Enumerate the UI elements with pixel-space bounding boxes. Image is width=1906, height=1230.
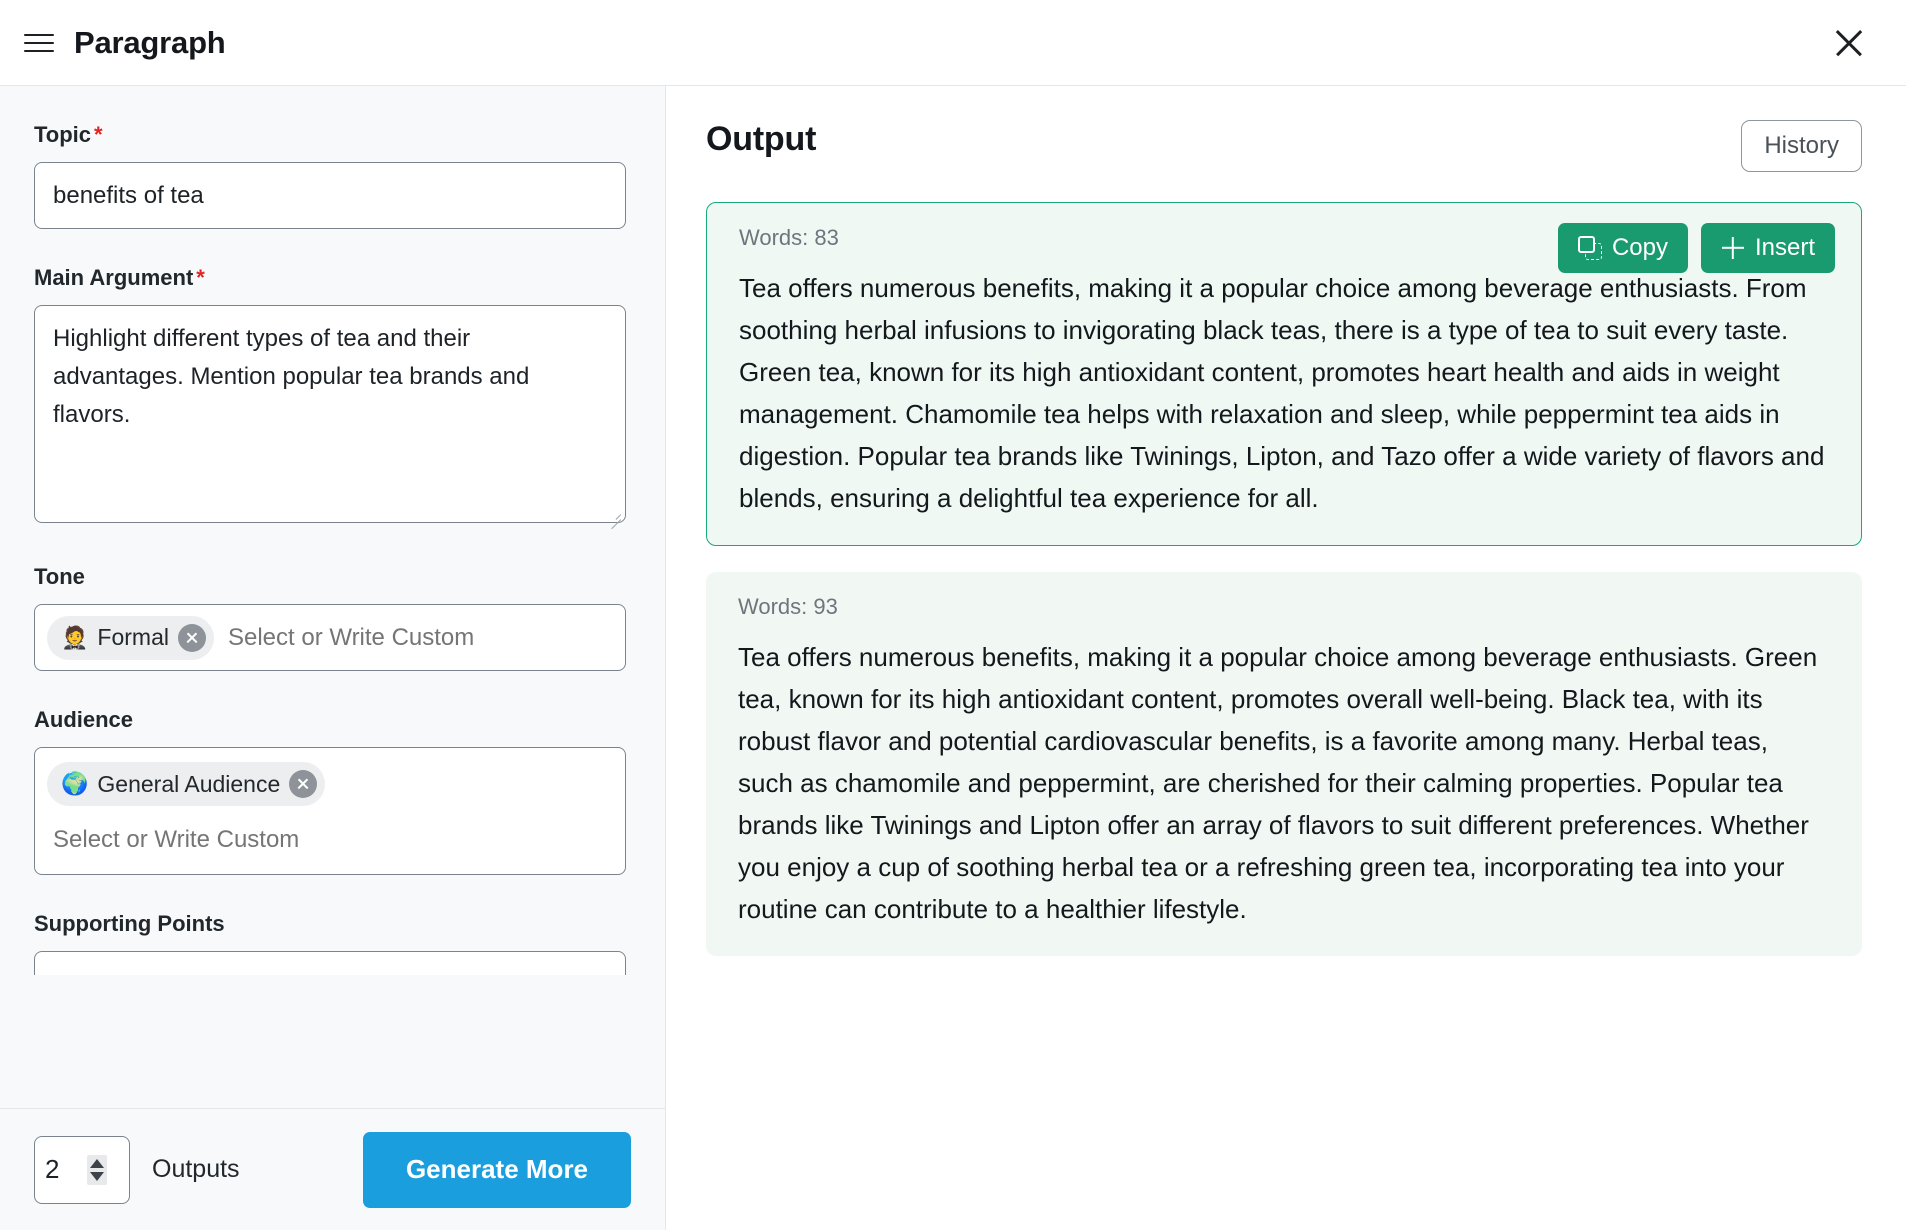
topic-input[interactable]	[34, 162, 626, 229]
output-title: Output	[706, 120, 817, 158]
insert-button[interactable]: Insert	[1700, 223, 1835, 273]
main-argument-wrap: Highlight different types of tea and the…	[34, 305, 626, 529]
close-icon[interactable]	[1826, 20, 1872, 66]
history-button[interactable]: History	[1741, 120, 1862, 172]
paragraph-generator-app: Paragraph Topic* Main Argument* Highligh…	[0, 0, 1906, 1230]
output-card[interactable]: Words: 83 Copy Insert Tea offers numerou…	[706, 202, 1862, 546]
field-supporting-points: Supporting Points	[34, 911, 631, 975]
stepper-up-icon[interactable]	[90, 1158, 104, 1168]
tone-chip[interactable]: 🤵 Formal	[47, 615, 214, 660]
hamburger-line	[24, 33, 54, 36]
hamburger-line	[24, 49, 54, 52]
output-text: Tea offers numerous benefits, making it …	[739, 273, 1825, 513]
copy-button-label: Copy	[1611, 234, 1668, 261]
word-count-label: Words: 93	[738, 594, 838, 619]
field-audience: Audience 🌍 General Audience	[34, 707, 631, 875]
tone-label: Tone	[34, 564, 85, 589]
form-scroll-area[interactable]: Topic* Main Argument* Highlight differen…	[0, 86, 665, 1108]
main-argument-label: Main Argument *	[34, 265, 205, 290]
hamburger-line	[24, 41, 54, 44]
main-argument-input[interactable]: Highlight different types of tea and the…	[34, 305, 626, 523]
app-body: Topic* Main Argument* Highlight differen…	[0, 86, 1906, 1230]
supporting-points-input[interactable]	[34, 951, 626, 975]
output-card[interactable]: Words: 93 Tea offers numerous benefits, …	[706, 572, 1862, 956]
page-title: Paragraph	[74, 24, 226, 60]
generate-more-button[interactable]: Generate More	[363, 1131, 631, 1208]
remove-tone-chip-icon[interactable]	[177, 623, 206, 652]
audience-label: Audience	[34, 707, 134, 732]
stepper-down-icon[interactable]	[90, 1171, 104, 1181]
field-tone: Tone 🤵 Formal	[34, 564, 631, 671]
globe-icon: 🌍	[61, 771, 89, 796]
form-bottom-bar: Outputs Generate More	[0, 1108, 665, 1230]
supporting-points-label: Supporting Points	[34, 911, 225, 936]
output-header: Output History	[706, 120, 1862, 172]
audience-input[interactable]	[47, 820, 363, 860]
tone-chip-label: Formal	[97, 624, 169, 650]
plus-icon	[1721, 236, 1745, 260]
outputs-count-input[interactable]	[45, 1154, 79, 1185]
tone-token-box[interactable]: 🤵 Formal	[34, 604, 626, 671]
hamburger-icon[interactable]	[24, 26, 58, 60]
output-text: Tea offers numerous benefits, making it …	[738, 642, 1818, 924]
field-topic: Topic *	[34, 122, 631, 229]
audience-token-box[interactable]: 🌍 General Audience	[34, 747, 626, 875]
audience-chip[interactable]: 🌍 General Audience	[47, 762, 326, 806]
topic-label: Topic *	[34, 122, 103, 147]
app-header: Paragraph	[0, 0, 1906, 86]
field-main-argument: Main Argument * Highlight different types…	[34, 265, 631, 529]
required-marker: *	[196, 265, 205, 290]
card-actions: Copy Insert	[1557, 223, 1835, 273]
copy-button[interactable]: Copy	[1557, 223, 1688, 273]
remove-audience-chip-icon[interactable]	[289, 770, 318, 798]
required-marker: *	[94, 122, 103, 147]
formal-person-icon: 🤵	[61, 624, 89, 650]
insert-button-label: Insert	[1754, 234, 1815, 261]
outputs-label: Outputs	[152, 1155, 240, 1183]
audience-chip-label: General Audience	[97, 770, 281, 797]
stepper-arrows-icon[interactable]	[87, 1154, 107, 1185]
tone-input[interactable]	[221, 623, 613, 652]
outputs-stepper[interactable]	[34, 1135, 130, 1204]
form-panel: Topic* Main Argument* Highlight differen…	[0, 86, 666, 1230]
copy-icon	[1577, 236, 1602, 260]
output-panel: Output History Words: 83 Copy Insert Tea…	[666, 86, 1906, 1230]
